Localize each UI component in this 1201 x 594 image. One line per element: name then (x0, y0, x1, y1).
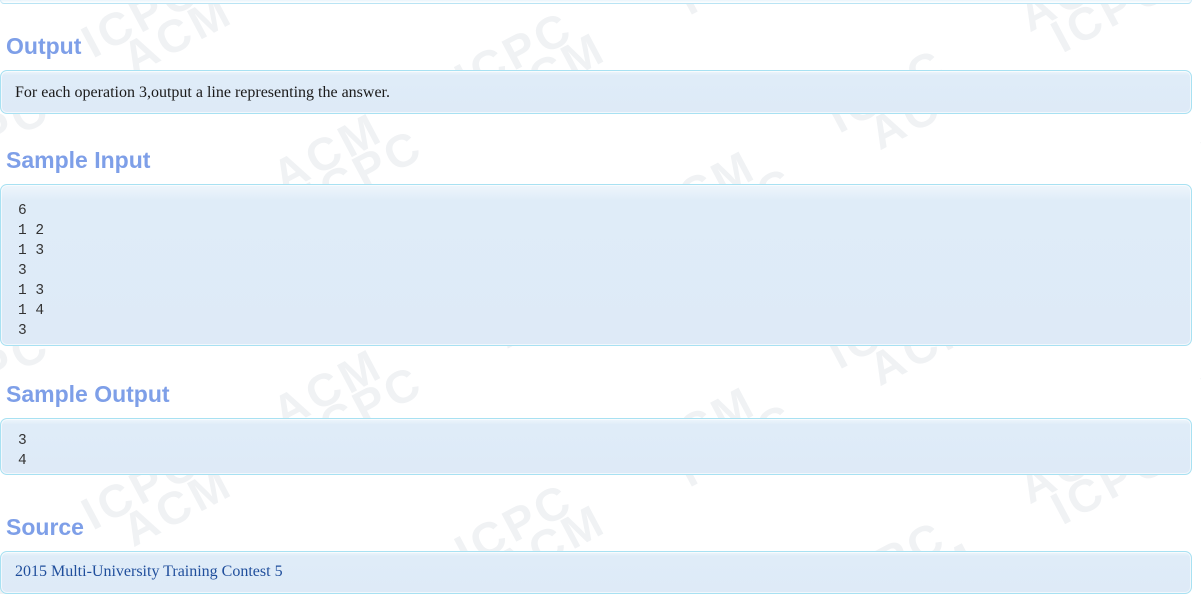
panel-source: 2015 Multi-University Training Contest 5 (0, 551, 1192, 594)
problem-page: Output For each operation 3,output a lin… (0, 0, 1201, 594)
panel-sample-input: 6 1 2 1 3 3 1 3 1 4 3 (0, 184, 1192, 346)
section-heading-sample-input: Sample Input (6, 147, 151, 173)
panel-sample-output: 3 4 (0, 418, 1192, 475)
previous-panel-bottom-edge (0, 0, 1192, 4)
section-heading-source: Source (6, 514, 84, 540)
section-heading-output: Output (6, 33, 82, 59)
panel-output: For each operation 3,output a line repre… (0, 70, 1192, 114)
section-heading-sample-output: Sample Output (6, 381, 170, 407)
sample-input-text: 6 1 2 1 3 3 1 3 1 4 3 (18, 203, 45, 339)
output-description-text: For each operation 3,output a line repre… (15, 84, 390, 101)
source-contest-link[interactable]: 2015 Multi-University Training Contest 5 (15, 563, 283, 580)
sample-output-text: 3 4 (18, 433, 27, 469)
